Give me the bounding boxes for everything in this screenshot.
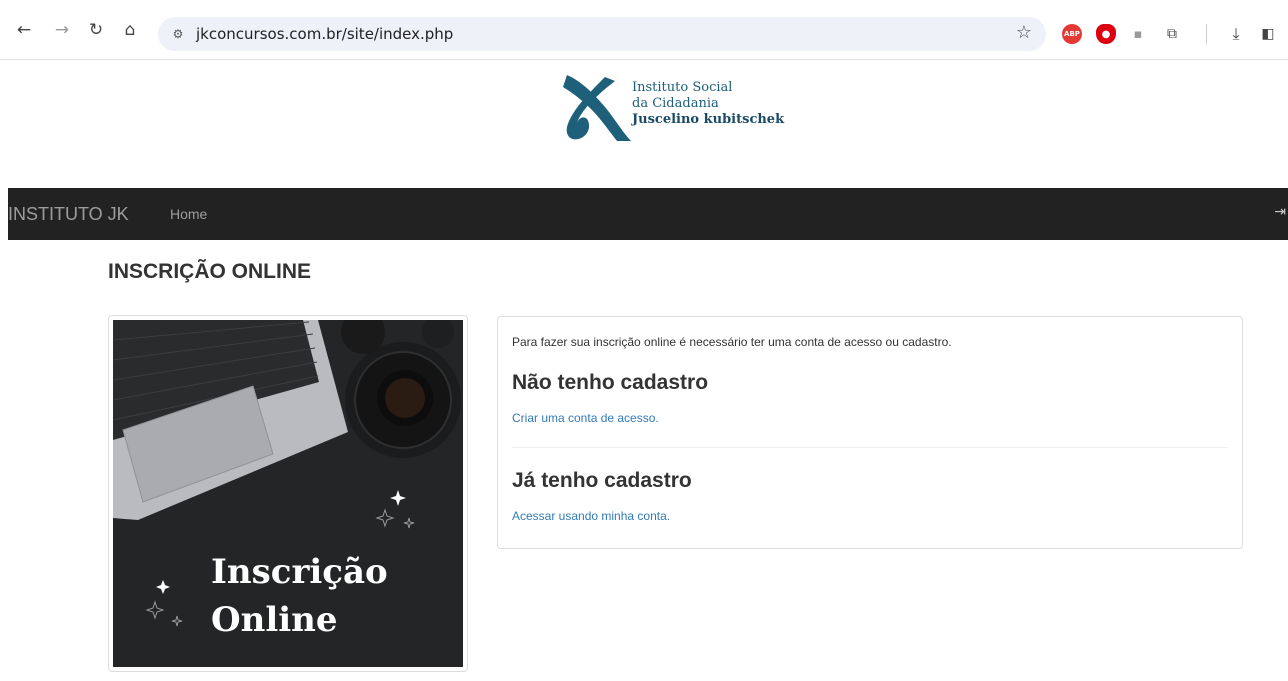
logo-line2: da Cidadania — [632, 96, 719, 111]
url-text[interactable]: jkconcursos.com.br/site/index.php — [196, 25, 453, 43]
image-caption: Inscrição Online — [211, 548, 388, 644]
toolbar-separator — [1206, 24, 1207, 44]
logo-line1: Instituto Social — [632, 80, 733, 95]
has-account-heading: Já tenho cadastro — [512, 469, 692, 492]
access-panel: Para fazer sua inscrição online é necess… — [497, 316, 1243, 549]
nav-home-link[interactable]: Home — [170, 206, 207, 222]
image-frame: Inscrição Online — [113, 320, 463, 667]
site-header: Instituto Social da Cidadania Juscelino … — [0, 60, 1288, 188]
logo-text: Instituto Social da Cidadania Juscelino … — [632, 80, 784, 128]
page-title: INSCRIÇÃO ONLINE — [108, 260, 312, 283]
forward-icon[interactable]: → — [50, 18, 74, 42]
bookmark-star-icon[interactable]: ☆ — [1016, 22, 1032, 43]
site-info-icon[interactable]: ⚙ — [168, 24, 188, 44]
login-link[interactable]: Acessar usando minha conta. — [512, 509, 670, 523]
image-caption-line2: Online — [211, 600, 338, 640]
ublock-icon[interactable]: ● — [1096, 24, 1116, 44]
inscricao-online-image: Inscrição Online — [108, 315, 468, 672]
image-caption-line1: Inscrição — [211, 552, 388, 592]
jk-logo-icon — [563, 75, 631, 141]
reload-icon[interactable]: ↻ — [84, 18, 108, 42]
panel-divider — [512, 447, 1228, 448]
address-bar[interactable]: ⚙ jkconcursos.com.br/site/index.php ☆ — [158, 17, 1046, 51]
adblock-plus-icon[interactable]: ABP — [1062, 24, 1082, 44]
browser-toolbar: ← → ↻ ⌂ ⚙ jkconcursos.com.br/site/index.… — [0, 0, 1288, 60]
download-icon[interactable]: ⤓ — [1226, 24, 1246, 44]
home-icon[interactable]: ⌂ — [118, 18, 142, 42]
back-icon[interactable]: ← — [12, 18, 36, 42]
extension-icon[interactable]: ▪ — [1128, 24, 1148, 44]
navbar: INSTITUTO JK Home ⇥ — [8, 188, 1288, 240]
no-account-heading: Não tenho cadastro — [512, 371, 709, 394]
logo-line3: Juscelino kubitschek — [632, 112, 785, 127]
panel-intro-text: Para fazer sua inscrição online é necess… — [512, 335, 952, 349]
extensions-puzzle-icon[interactable]: ⧉ — [1162, 24, 1182, 44]
sidepanel-icon[interactable]: ◧ — [1258, 24, 1278, 44]
navbar-brand[interactable]: INSTITUTO JK — [8, 204, 129, 225]
login-icon[interactable]: ⇥ — [1274, 204, 1286, 220]
create-account-link[interactable]: Criar uma conta de acesso. — [512, 411, 659, 425]
